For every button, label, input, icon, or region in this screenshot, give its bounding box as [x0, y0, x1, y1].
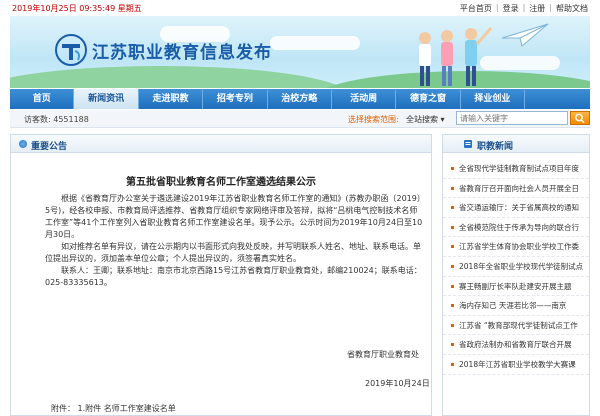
help-link[interactable]: 帮助文档 [552, 3, 592, 14]
nav-item-about[interactable]: 走进职教 [139, 89, 204, 109]
bullet-icon [451, 264, 454, 268]
attachment-label: 附件： [51, 404, 75, 413]
article-paragraph: 根据《省教育厅办公室关于遴选建设2019年江苏省职业教育名师工作室的通知》(苏教… [45, 194, 425, 239]
news-list: 全省现代学徒制教育制试点项目年度 省教育厅召开面向社会人员开展全日 省交通运输厅… [443, 159, 589, 375]
people-illustration-icon [419, 27, 493, 86]
bullet-icon [451, 304, 454, 308]
top-bar: 2019年10月25日 09:35:49 星期五 平台首页 | 登录 | 注册 … [0, 0, 600, 16]
side-panel-header: 职教新闻 [443, 135, 589, 153]
home-link[interactable]: 平台首页 [456, 3, 496, 14]
list-item[interactable]: 2018年全省职业学校现代学徒制试点 [443, 257, 589, 277]
list-item[interactable]: 省交通运输厅：关于省属高校的通知 [443, 198, 589, 218]
hill-decoration [10, 66, 350, 88]
news-title: 全省模范院住于传承为导向的联合行 [459, 222, 579, 232]
signature-date: 2019年10月24日 [365, 379, 430, 388]
list-item[interactable]: 全省模范院住于传承为导向的联合行 [443, 218, 589, 238]
news-side-panel: 职教新闻 全省现代学徒制教育制试点项目年度 省教育厅召开面向社会人员开展全日 省… [442, 134, 590, 416]
nav-item-exams[interactable]: 招考专列 [203, 89, 268, 109]
bullet-icon [451, 186, 454, 190]
logo-icon [55, 34, 87, 66]
attachment-row: 附件： 1.附件 名师工作室建设名单 [51, 403, 176, 414]
cloud-decoration [270, 36, 360, 50]
header-banner: 江苏职业教育信息发布 [10, 16, 590, 88]
nav-item-extra[interactable] [525, 89, 589, 109]
bullet-icon [451, 245, 454, 249]
list-item[interactable]: 省教育厅召开面向社会人员开展全日 [443, 179, 589, 199]
list-item[interactable]: 全省现代学徒制教育制试点项目年度 [443, 159, 589, 179]
search-button[interactable] [570, 111, 590, 125]
news-title: 2018年全省职业学校现代学徒制试点 [459, 261, 584, 271]
news-title: 江苏省 “教育部现代学徒制试点工作 [459, 320, 578, 330]
main-nav: 首页 新闻资讯 走进职教 招考专列 治校方略 活动周 德育之窗 择业创业 [10, 89, 590, 109]
list-item[interactable]: 海内存知己 天涯若比邻——南京 [443, 296, 589, 316]
site-title[interactable]: 江苏职业教育信息发布 [92, 38, 272, 63]
bullet-icon [451, 343, 454, 347]
search-scope-label: 选择搜索范围: [348, 115, 399, 124]
info-bar: 访客数: 4551188 选择搜索范围: 全站搜索 ▾ [10, 110, 590, 128]
bullet-icon [451, 167, 454, 170]
nav-item-home[interactable]: 首页 [10, 89, 75, 109]
chevron-down-icon: ▾ [440, 115, 445, 124]
paper-plane-icon [501, 23, 549, 47]
bullet-icon [451, 225, 454, 229]
bullet-icon [451, 206, 454, 210]
news-title: 2018年江苏省职业学校教学大赛课 [459, 359, 576, 369]
signature: 省教育厅职业教育处 [347, 350, 419, 359]
current-date: 2019年10月25日 09:35:49 星期五 [12, 4, 142, 13]
attachment-link[interactable]: 1.附件 名师工作室建设名单 [78, 404, 176, 413]
announcement-panel: 重要公告 第五批省职业教育名师工作室遴选结果公示 根据《省教育厅办公室关于遴选建… [10, 134, 432, 416]
list-item[interactable]: 省政府法制办和省教育厅联合开展 [443, 335, 589, 355]
register-link[interactable]: 注册 [525, 3, 549, 14]
news-title: 赛王畅副厅长率队赴建安开展主题 [459, 281, 572, 291]
article-title: 第五批省职业教育名师工作室遴选结果公示 [126, 177, 316, 188]
search-scope-select[interactable]: 全站搜索 ▾ [406, 114, 445, 125]
search-scope-value: 全站搜索 [406, 115, 438, 124]
news-title: 省政府法制办和省教育厅联合开展 [459, 340, 572, 350]
login-link[interactable]: 登录 [499, 3, 523, 14]
nav-item-moral-education[interactable]: 德育之窗 [396, 89, 461, 109]
article-paragraph: 联系人：王卿；联系地址：南京市北京西路15号江苏省教育厅职业教育处，邮编2100… [45, 266, 422, 287]
news-icon [464, 140, 472, 148]
nav-item-careers[interactable]: 择业创业 [461, 89, 526, 109]
top-links: 平台首页 | 登录 | 注册 | 帮助文档 [456, 3, 592, 14]
bullet-icon [451, 284, 454, 288]
bullet-icon [19, 140, 27, 148]
list-item[interactable]: 赛王畅副厅长率队赴建安开展主题 [443, 277, 589, 297]
news-title: 江苏省学生体育协会职业学校工作委 [459, 242, 579, 252]
article-paragraph: 如对推荐名单有异议，请在公示期内以书面形式向我处反映，并写明联系人姓名、地址、联… [45, 242, 421, 263]
news-title: 海内存知己 天涯若比邻——南京 [459, 301, 567, 311]
nav-item-news[interactable]: 新闻资讯 [74, 89, 139, 109]
list-item[interactable]: 江苏省学生体育协会职业学校工作委 [443, 237, 589, 257]
nav-item-strategy[interactable]: 治校方略 [268, 89, 332, 109]
news-title: 省教育厅召开面向社会人员开展全日 [459, 183, 579, 193]
list-item[interactable]: 江苏省 “教育部现代学徒制试点工作 [443, 316, 589, 336]
nav-item-activity-week[interactable]: 活动周 [332, 89, 397, 109]
news-title: 全省现代学徒制教育制试点项目年度 [459, 164, 579, 173]
visitor-count: 访客数: 4551188 [24, 115, 89, 124]
side-panel-title: 职教新闻 [477, 142, 514, 152]
search-icon [575, 113, 585, 124]
panel-header: 重要公告 [11, 135, 431, 153]
panel-title: 重要公告 [31, 142, 68, 152]
news-title: 省交通运输厅：关于省属高校的通知 [459, 203, 579, 213]
list-item[interactable]: 2018年江苏省职业学校教学大赛课 [443, 355, 589, 375]
bullet-icon [451, 323, 454, 327]
search-input[interactable] [456, 111, 568, 125]
bullet-icon [451, 362, 454, 366]
